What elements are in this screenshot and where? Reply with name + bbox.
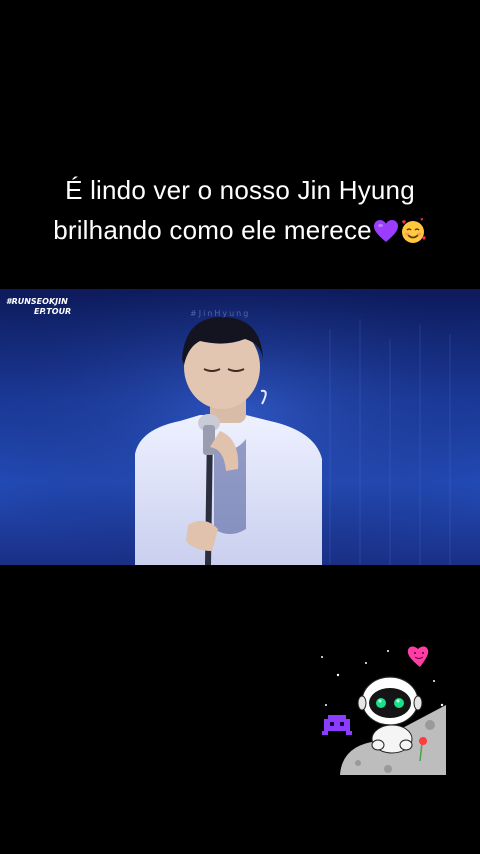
tour-logo-watermark: #RUNSEOKJIN EP.TOUR [6,297,71,317]
smiling-face-with-hearts-icon [401,218,426,243]
caption-line-2-text: brilhando como ele merece [53,215,372,245]
tour-logo-line-1: #RUNSEOKJIN [6,297,68,306]
caption-line-2: brilhando como ele merece [20,210,460,250]
astronaut-robot-sticker [321,646,446,775]
tour-logo-line-2: EP.TOUR [34,307,72,316]
alien-icon [322,715,352,735]
heart-icon [407,646,429,667]
caption-line-1: É lindo ver o nosso Jin Hyung [65,175,415,205]
purple-heart-icon [373,220,398,242]
caption-text: É lindo ver o nosso Jin Hyung brilhando … [20,170,460,250]
singer-illustration [0,289,480,565]
faint-watermark: #JinHyung [190,309,251,318]
concert-video-frame[interactable]: #RUNSEOKJIN EP.TOUR #JinHyung [0,289,480,565]
